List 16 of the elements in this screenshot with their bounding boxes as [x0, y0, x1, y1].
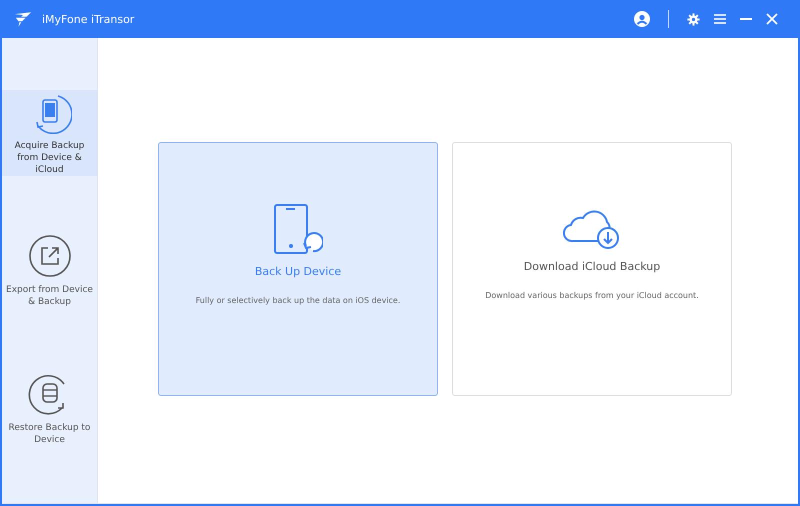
cloud-download-icon — [563, 208, 621, 250]
settings-icon[interactable] — [687, 12, 700, 26]
sidebar-item[interactable]: Acquire Backup from Device & iCloud — [2, 90, 97, 176]
sidebar-item[interactable]: Restore Backup to Device — [2, 366, 97, 452]
menu-icon[interactable] — [714, 14, 726, 24]
option-card[interactable]: Back Up Device Fully or selectively back up the data on iOS device. — [158, 142, 438, 396]
option-card[interactable]: Download iCloud Backup Download various backups from your iCloud account. — [452, 142, 732, 396]
card-description: Fully or selectively back up the data on iOS device. — [196, 296, 400, 305]
window-title: iMyFone iTransor — [42, 12, 134, 26]
sidebar-item[interactable]: Export from Device & Backup — [2, 228, 97, 314]
phone-sync-icon — [273, 203, 323, 255]
card-description: Download various backups from your iCloud account. — [485, 291, 699, 300]
account-icon[interactable] — [634, 11, 650, 27]
export-icon — [28, 234, 72, 278]
close-icon[interactable] — [766, 13, 778, 25]
logo-icon — [14, 12, 32, 26]
